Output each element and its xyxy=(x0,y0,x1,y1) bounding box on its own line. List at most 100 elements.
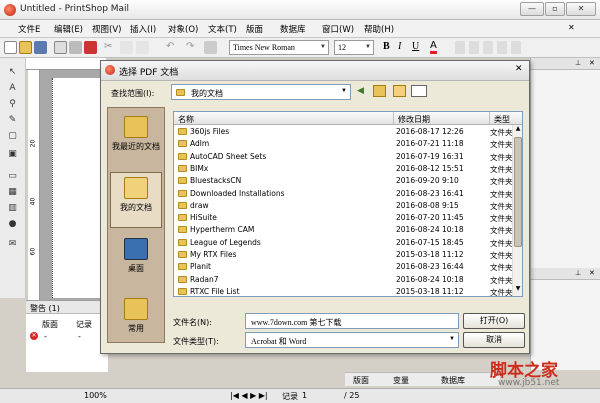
open-button[interactable]: 打开(O) xyxy=(463,313,525,329)
filetype-select[interactable]: Acrobat 和 Word ▼ xyxy=(245,332,459,348)
pdf-icon[interactable] xyxy=(84,41,97,54)
tab-variables[interactable]: 变量 xyxy=(393,375,409,386)
tab-database[interactable]: 数据库 xyxy=(441,375,465,386)
rectangle-icon[interactable]: ▭ xyxy=(6,170,19,183)
file-date: 2016-08-23 16:41 xyxy=(396,188,464,198)
menu-object[interactable]: 对象(O) xyxy=(168,23,198,35)
menu-view[interactable]: 视图(V) xyxy=(92,23,121,35)
pin-icon[interactable]: ⊥ xyxy=(575,59,581,67)
column-date[interactable]: 修改日期 xyxy=(394,112,490,125)
shape-icon[interactable]: ▢ xyxy=(6,130,19,143)
folder-icon xyxy=(178,140,187,148)
file-date: 2016-08-08 9:15 xyxy=(396,200,459,210)
text-color-icon[interactable]: A xyxy=(430,40,437,54)
scroll-up-icon[interactable]: ▲ xyxy=(513,125,522,135)
new-icon[interactable] xyxy=(4,41,17,54)
view-menu-icon[interactable] xyxy=(411,85,427,97)
grid-icon[interactable] xyxy=(204,41,217,54)
list-item[interactable]: 360js Files 2016-08-17 12:26 文件夹 xyxy=(174,126,514,138)
list-item[interactable]: draw 2016-08-08 9:15 文件夹 xyxy=(174,200,514,212)
image-icon[interactable]: ▣ xyxy=(6,148,19,161)
list-item[interactable]: BIMx 2016-08-12 15:51 文件夹 xyxy=(174,163,514,175)
font-select[interactable]: Times New Roman ▼ xyxy=(229,40,329,55)
list-item[interactable]: AutoCAD Sheet Sets 2016-07-19 16:31 文件夹 xyxy=(174,151,514,163)
zoom-level[interactable]: 100% xyxy=(84,391,107,400)
cancel-button[interactable]: 取消 xyxy=(463,332,525,348)
copy-icon[interactable] xyxy=(120,41,133,54)
table-icon[interactable]: ▦ xyxy=(6,186,19,199)
place-favorites[interactable]: 常用 xyxy=(110,294,162,344)
menu-help[interactable]: 帮助(H) xyxy=(364,23,394,35)
file-type: 文件夹 xyxy=(490,164,513,174)
redo-icon[interactable]: ↷ xyxy=(186,41,199,54)
menu-layout[interactable]: 版面 xyxy=(246,23,263,35)
mail-icon[interactable]: ✉ xyxy=(6,238,19,251)
menu-insert[interactable]: 插入(I) xyxy=(130,23,156,35)
record-value[interactable]: 1 xyxy=(302,391,307,400)
nav-buttons[interactable]: |◀ ◀ ▶ ▶| xyxy=(230,391,268,400)
document-page[interactable] xyxy=(52,78,102,298)
folder-icon xyxy=(178,128,187,135)
print-icon[interactable] xyxy=(69,41,82,54)
file-list[interactable]: 名称 修改日期 类型 360js Files 2016-08-17 12:26 文件… xyxy=(173,111,523,297)
column-type[interactable]: 类型 xyxy=(490,112,522,125)
tab-layout[interactable]: 版面 xyxy=(353,375,369,386)
cut-icon[interactable]: ✂ xyxy=(104,41,117,54)
underline-icon[interactable]: U xyxy=(412,41,419,52)
place-desktop[interactable]: 桌面 xyxy=(110,234,162,284)
status-bar: 100% |◀ ◀ ▶ ▶| 记录 1 / 25 xyxy=(0,388,600,403)
file-date: 2016-08-24 10:18 xyxy=(396,274,464,284)
maximize-button[interactable]: ▫ xyxy=(545,2,565,16)
place-recent[interactable]: 我最近的文档 xyxy=(110,112,162,162)
list-item[interactable]: Downloaded Installations 2016-08-23 16:41… xyxy=(174,188,514,200)
menu-database[interactable]: 数据库 xyxy=(280,23,306,35)
list-item[interactable]: Hypertherm CAM 2016-08-24 10:18 文件夹 xyxy=(174,224,514,236)
dialog-close-icon[interactable]: ✕ xyxy=(515,64,523,74)
zoom-icon[interactable]: ⚲ xyxy=(6,98,19,111)
menu-edit[interactable]: 编辑(E) xyxy=(54,23,83,35)
back-icon[interactable]: ◀ xyxy=(357,86,364,96)
alignment-icons[interactable] xyxy=(455,41,525,54)
save-icon[interactable] xyxy=(34,41,47,54)
panel-header: ⊥ ✕ xyxy=(531,58,600,70)
menu-text[interactable]: 文本(T) xyxy=(208,23,237,35)
minimize-button[interactable]: — xyxy=(520,2,544,16)
menu-window[interactable]: 窗口(W) xyxy=(322,23,354,35)
list-item[interactable]: My RTX Files 2015-03-18 11:12 文件夹 xyxy=(174,249,514,261)
list-item[interactable]: BluestacksCN 2016-09-20 9:10 文件夹 xyxy=(174,175,514,187)
barcode-icon[interactable]: ▥ xyxy=(6,202,19,215)
menu-close-icon[interactable]: ✕ xyxy=(568,23,575,32)
pointer-icon[interactable]: ↖ xyxy=(6,66,19,79)
lookin-select[interactable]: 我的文档 ▼ xyxy=(171,84,351,100)
italic-icon[interactable]: I xyxy=(398,41,401,52)
scroll-thumb[interactable] xyxy=(514,137,522,247)
color-icon[interactable]: ● xyxy=(6,218,19,231)
text-tool-icon[interactable]: A xyxy=(6,82,19,95)
new-folder-icon[interactable] xyxy=(393,85,406,97)
undo-icon[interactable]: ↶ xyxy=(166,41,179,54)
panel-close-icon[interactable]: ✕ xyxy=(589,59,595,67)
file-name: draw xyxy=(190,200,209,210)
column-name[interactable]: 名称 xyxy=(174,112,394,125)
close-button[interactable]: ✕ xyxy=(566,2,596,16)
vertical-scrollbar[interactable]: ▲ ▼ xyxy=(512,125,522,296)
size-select[interactable]: 12 ▼ xyxy=(334,40,374,55)
list-item[interactable]: Planit 2016-08-23 16:44 文件夹 xyxy=(174,261,514,273)
list-item[interactable]: League of Legends 2016-07-15 18:45 文件夹 xyxy=(174,237,514,249)
filename-input[interactable]: www.7down.com 第七下载 xyxy=(245,313,459,329)
list-item[interactable]: HiSuite 2016-07-20 11:45 文件夹 xyxy=(174,212,514,224)
panel-close-icon[interactable]: ✕ xyxy=(589,269,595,277)
up-folder-icon[interactable] xyxy=(373,85,386,97)
paste-icon[interactable] xyxy=(136,41,149,54)
open-icon[interactable] xyxy=(19,41,32,54)
list-item[interactable]: RTXC File List 2015-03-18 11:12 文件夹 xyxy=(174,286,514,296)
pen-icon[interactable]: ✎ xyxy=(6,114,19,127)
list-item[interactable]: Adlm 2016-07-21 11:18 文件夹 xyxy=(174,138,514,150)
menu-file[interactable]: 文件E xyxy=(18,23,40,35)
bold-icon[interactable]: B xyxy=(383,41,390,52)
pin-icon[interactable]: ⊥ xyxy=(575,269,581,277)
preview-icon[interactable] xyxy=(54,41,67,54)
place-mydocs[interactable]: 我的文档 xyxy=(110,172,162,228)
scroll-down-icon[interactable]: ▼ xyxy=(513,285,522,295)
list-item[interactable]: Radan7 2016-08-24 10:18 文件夹 xyxy=(174,274,514,286)
